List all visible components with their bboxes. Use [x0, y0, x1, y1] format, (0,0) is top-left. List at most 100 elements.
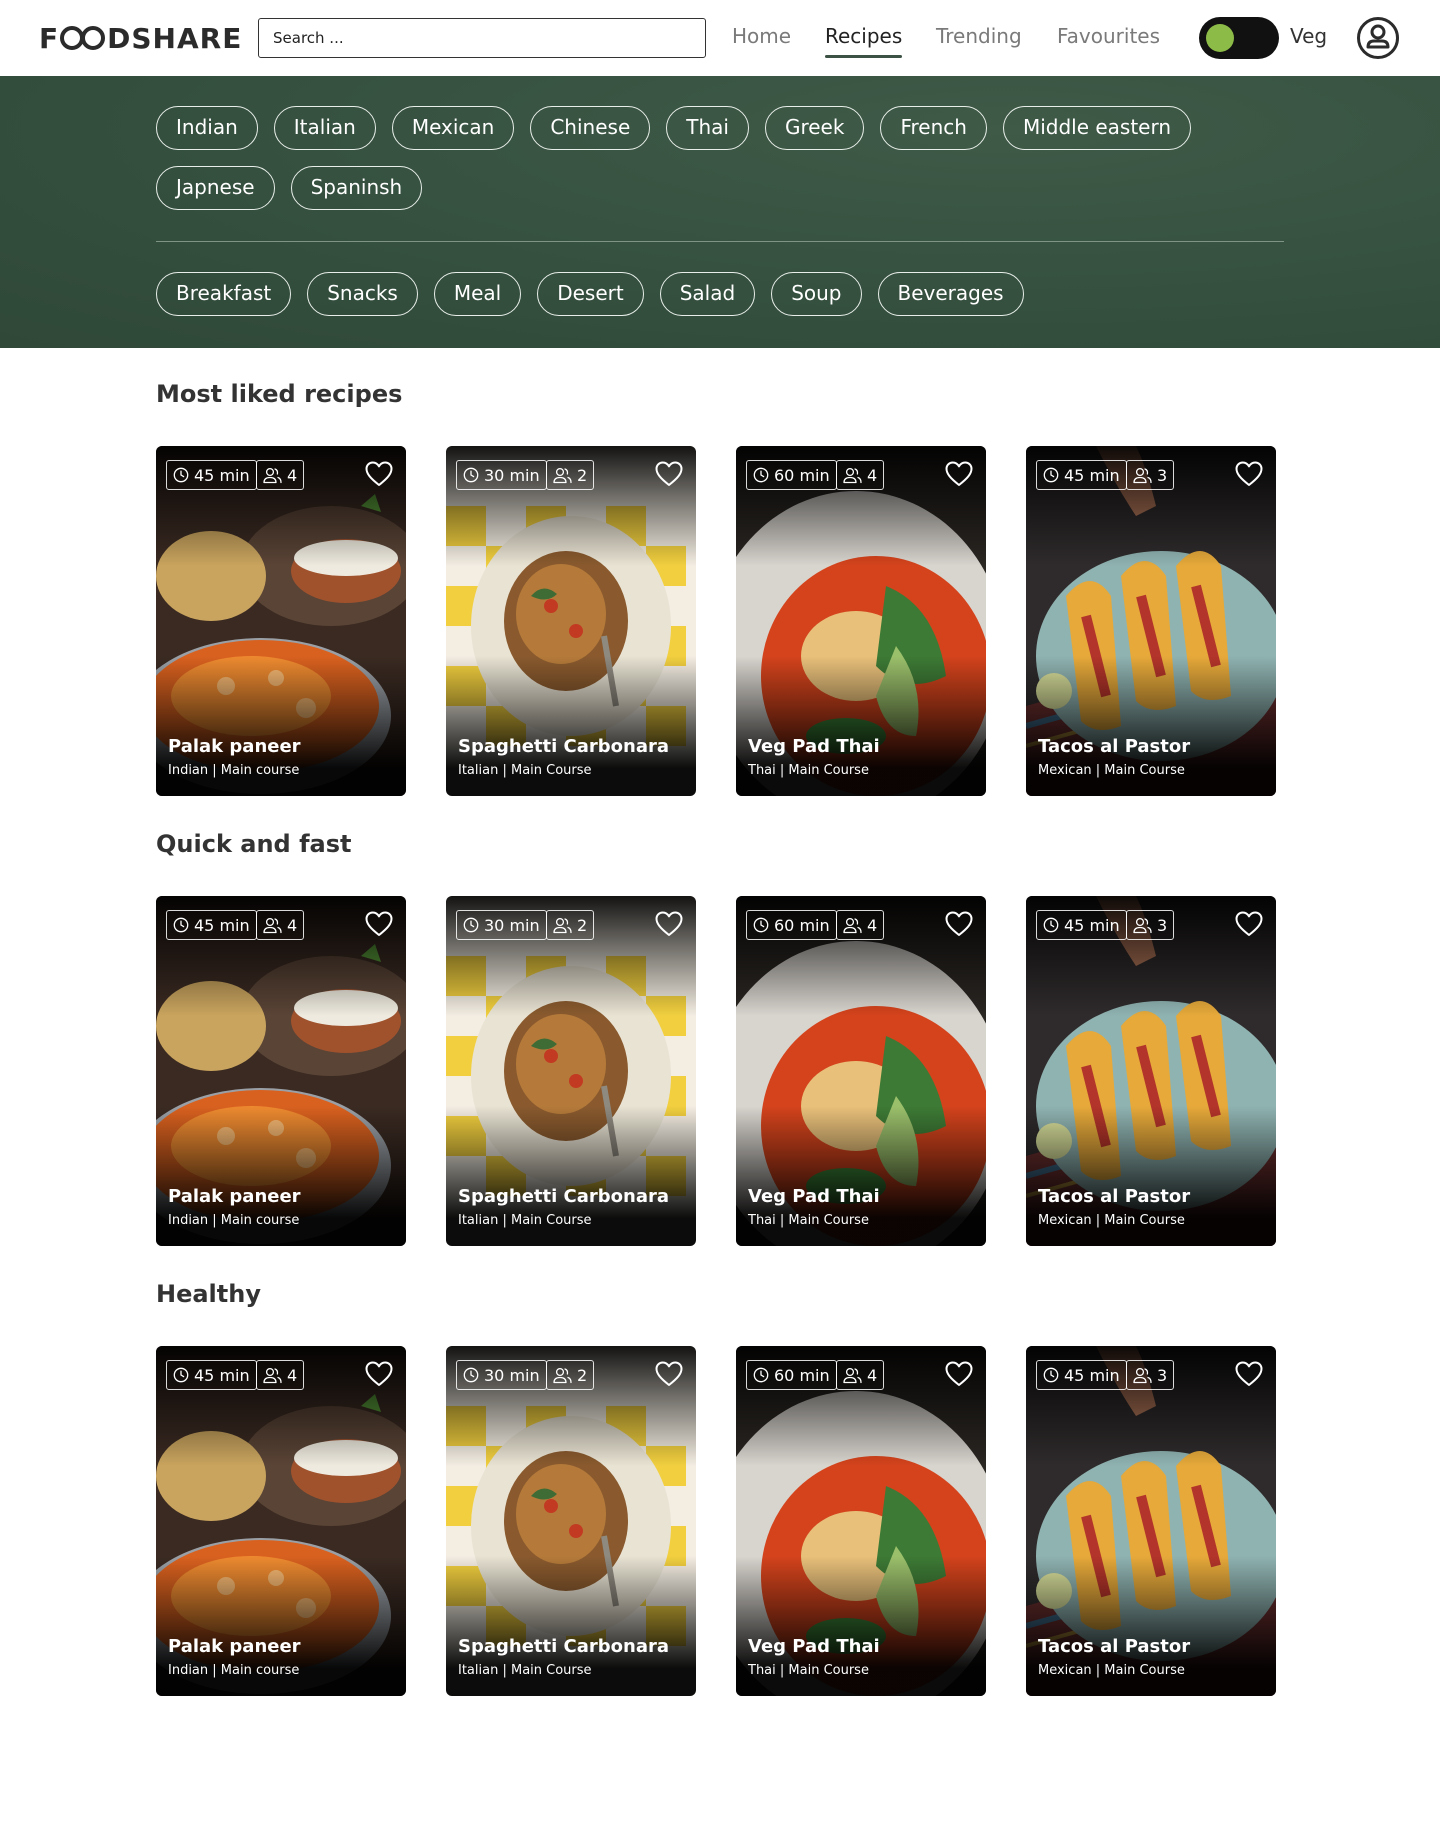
clock-icon — [463, 467, 479, 483]
clock-icon — [753, 467, 769, 483]
chip-meal-soup[interactable]: Soup — [771, 272, 862, 316]
chip-cuisine-spaninsh[interactable]: Spaninsh — [290, 166, 423, 210]
brand-oo-icon — [60, 25, 106, 51]
recipe-card[interactable]: 45 min 3 Tacos al Pastor Mexican | Main … — [1026, 896, 1276, 1246]
cook-time-text: 30 min — [484, 915, 540, 935]
favourite-heart-icon[interactable] — [654, 1359, 684, 1389]
servings-badge: 4 — [836, 460, 885, 490]
servings-badge: 2 — [546, 910, 595, 940]
clock-icon — [753, 917, 769, 933]
favourite-heart-icon[interactable] — [944, 1359, 974, 1389]
favourite-heart-icon[interactable] — [364, 1359, 394, 1389]
recipe-card[interactable]: 45 min 4 Palak paneer Indian | Main cour… — [156, 446, 406, 796]
recipe-title: Tacos al Pastor — [1038, 1636, 1191, 1657]
recipe-card[interactable]: 45 min 4 Palak paneer Indian | Main cour… — [156, 1346, 406, 1696]
recipe-meta: Italian | Main Course — [458, 1663, 592, 1678]
recipe-title: Veg Pad Thai — [748, 1186, 880, 1207]
servings-text: 3 — [1157, 465, 1168, 485]
chip-cuisine-french[interactable]: French — [880, 106, 987, 150]
cook-time-text: 45 min — [1064, 915, 1120, 935]
servings-badge: 4 — [256, 1360, 305, 1390]
recipe-meta: Indian | Main course — [168, 763, 300, 778]
recipe-card[interactable]: 45 min 3 Tacos al Pastor Mexican | Main … — [1026, 446, 1276, 796]
cook-time-badge: 60 min — [746, 460, 837, 490]
favourite-heart-icon[interactable] — [944, 459, 974, 489]
chip-meal-breakfast[interactable]: Breakfast — [156, 272, 292, 316]
chip-cuisine-mexican[interactable]: Mexican — [391, 106, 515, 150]
people-icon — [1133, 467, 1152, 484]
recipe-meta: Mexican | Main Course — [1038, 1213, 1185, 1228]
favourite-heart-icon[interactable] — [364, 459, 394, 489]
servings-text: 2 — [577, 465, 588, 485]
favourite-heart-icon[interactable] — [1234, 459, 1264, 489]
favourite-heart-icon[interactable] — [654, 459, 684, 489]
favourite-heart-icon[interactable] — [1234, 1359, 1264, 1389]
recipe-row-healthy: 45 min 4 Palak paneer Indian | Main cour… — [156, 1346, 1276, 1696]
servings-text: 4 — [287, 1365, 298, 1385]
chip-cuisine-chinese[interactable]: Chinese — [530, 106, 651, 150]
favourite-heart-icon[interactable] — [1234, 909, 1264, 939]
nav-trending[interactable]: Trending — [936, 24, 1022, 48]
clock-icon — [1043, 1367, 1059, 1383]
cook-time-badge: 45 min — [166, 460, 257, 490]
nav-favourites[interactable]: Favourites — [1057, 24, 1160, 48]
chip-cuisine-indian[interactable]: Indian — [156, 106, 258, 150]
clock-icon — [753, 1367, 769, 1383]
people-icon — [843, 917, 862, 934]
recipe-card[interactable]: 45 min 4 Palak paneer Indian | Main cour… — [156, 896, 406, 1246]
people-icon — [553, 467, 572, 484]
filter-panel: Indian Italian Mexican Chinese Thai Greek Fren… — [0, 76, 1440, 348]
chip-meal-meal[interactable]: Meal — [433, 272, 522, 316]
cuisine-chips-row-2: Japnese Spaninsh — [156, 166, 423, 210]
veg-toggle[interactable] — [1199, 17, 1279, 59]
brand-logo[interactable]: F DSHARE — [39, 22, 242, 55]
recipe-title: Spaghetti Carbonara — [458, 1636, 670, 1657]
servings-text: 3 — [1157, 1365, 1168, 1385]
chip-cuisine-japnese[interactable]: Japnese — [156, 166, 275, 210]
brand-name-end: DSHARE — [107, 22, 243, 55]
recipe-card[interactable]: 30 min 2 Spaghetti Carbonara Italian | M… — [446, 896, 696, 1246]
cook-time-badge: 30 min — [456, 910, 547, 940]
cook-time-text: 45 min — [194, 465, 250, 485]
nav-recipes[interactable]: Recipes — [825, 24, 903, 58]
recipe-title: Spaghetti Carbonara — [458, 1186, 670, 1207]
servings-text: 2 — [577, 915, 588, 935]
servings-badge: 3 — [1126, 1360, 1175, 1390]
favourite-heart-icon[interactable] — [654, 909, 684, 939]
cook-time-badge: 45 min — [1036, 1360, 1127, 1390]
chip-meal-desert[interactable]: Desert — [537, 272, 644, 316]
servings-text: 2 — [577, 1365, 588, 1385]
cook-time-text: 60 min — [774, 465, 830, 485]
meal-type-chips: Breakfast Snacks Meal Desert Salad Soup Bevera… — [156, 272, 1024, 316]
nav-home[interactable]: Home — [732, 24, 791, 48]
chip-cuisine-greek[interactable]: Greek — [764, 106, 865, 150]
chip-meal-snacks[interactable]: Snacks — [307, 272, 418, 316]
favourite-heart-icon[interactable] — [944, 909, 974, 939]
veg-toggle-knob — [1206, 24, 1234, 52]
cuisine-chips-row-1: Indian Italian Mexican Chinese Thai Greek Fren… — [156, 106, 1192, 150]
people-icon — [843, 467, 862, 484]
clock-icon — [1043, 917, 1059, 933]
servings-text: 4 — [287, 465, 298, 485]
cook-time-badge: 45 min — [166, 1360, 257, 1390]
user-avatar-icon[interactable] — [1356, 16, 1400, 60]
section-title-healthy: Healthy — [156, 1280, 261, 1308]
favourite-heart-icon[interactable] — [364, 909, 394, 939]
filter-divider — [156, 241, 1284, 242]
chip-cuisine-middle-eastern[interactable]: Middle eastern — [1002, 106, 1192, 150]
recipe-card[interactable]: 30 min 2 Spaghetti Carbonara Italian | M… — [446, 446, 696, 796]
recipe-card[interactable]: 60 min 4 Veg Pad Thai Thai | Main Course — [736, 896, 986, 1246]
chip-cuisine-italian[interactable]: Italian — [273, 106, 376, 150]
chip-meal-beverages[interactable]: Beverages — [877, 272, 1024, 316]
recipe-card[interactable]: 45 min 3 Tacos al Pastor Mexican | Main … — [1026, 1346, 1276, 1696]
recipe-card[interactable]: 60 min 4 Veg Pad Thai Thai | Main Course — [736, 1346, 986, 1696]
cook-time-text: 45 min — [1064, 465, 1120, 485]
chip-cuisine-thai[interactable]: Thai — [666, 106, 749, 150]
veg-toggle-label: Veg — [1290, 24, 1328, 48]
people-icon — [1133, 1367, 1152, 1384]
chip-meal-salad[interactable]: Salad — [659, 272, 756, 316]
recipe-title: Palak paneer — [168, 736, 301, 757]
recipe-card[interactable]: 60 min 4 Veg Pad Thai Thai | Main Course — [736, 446, 986, 796]
search-input[interactable] — [258, 18, 706, 58]
recipe-card[interactable]: 30 min 2 Spaghetti Carbonara Italian | M… — [446, 1346, 696, 1696]
